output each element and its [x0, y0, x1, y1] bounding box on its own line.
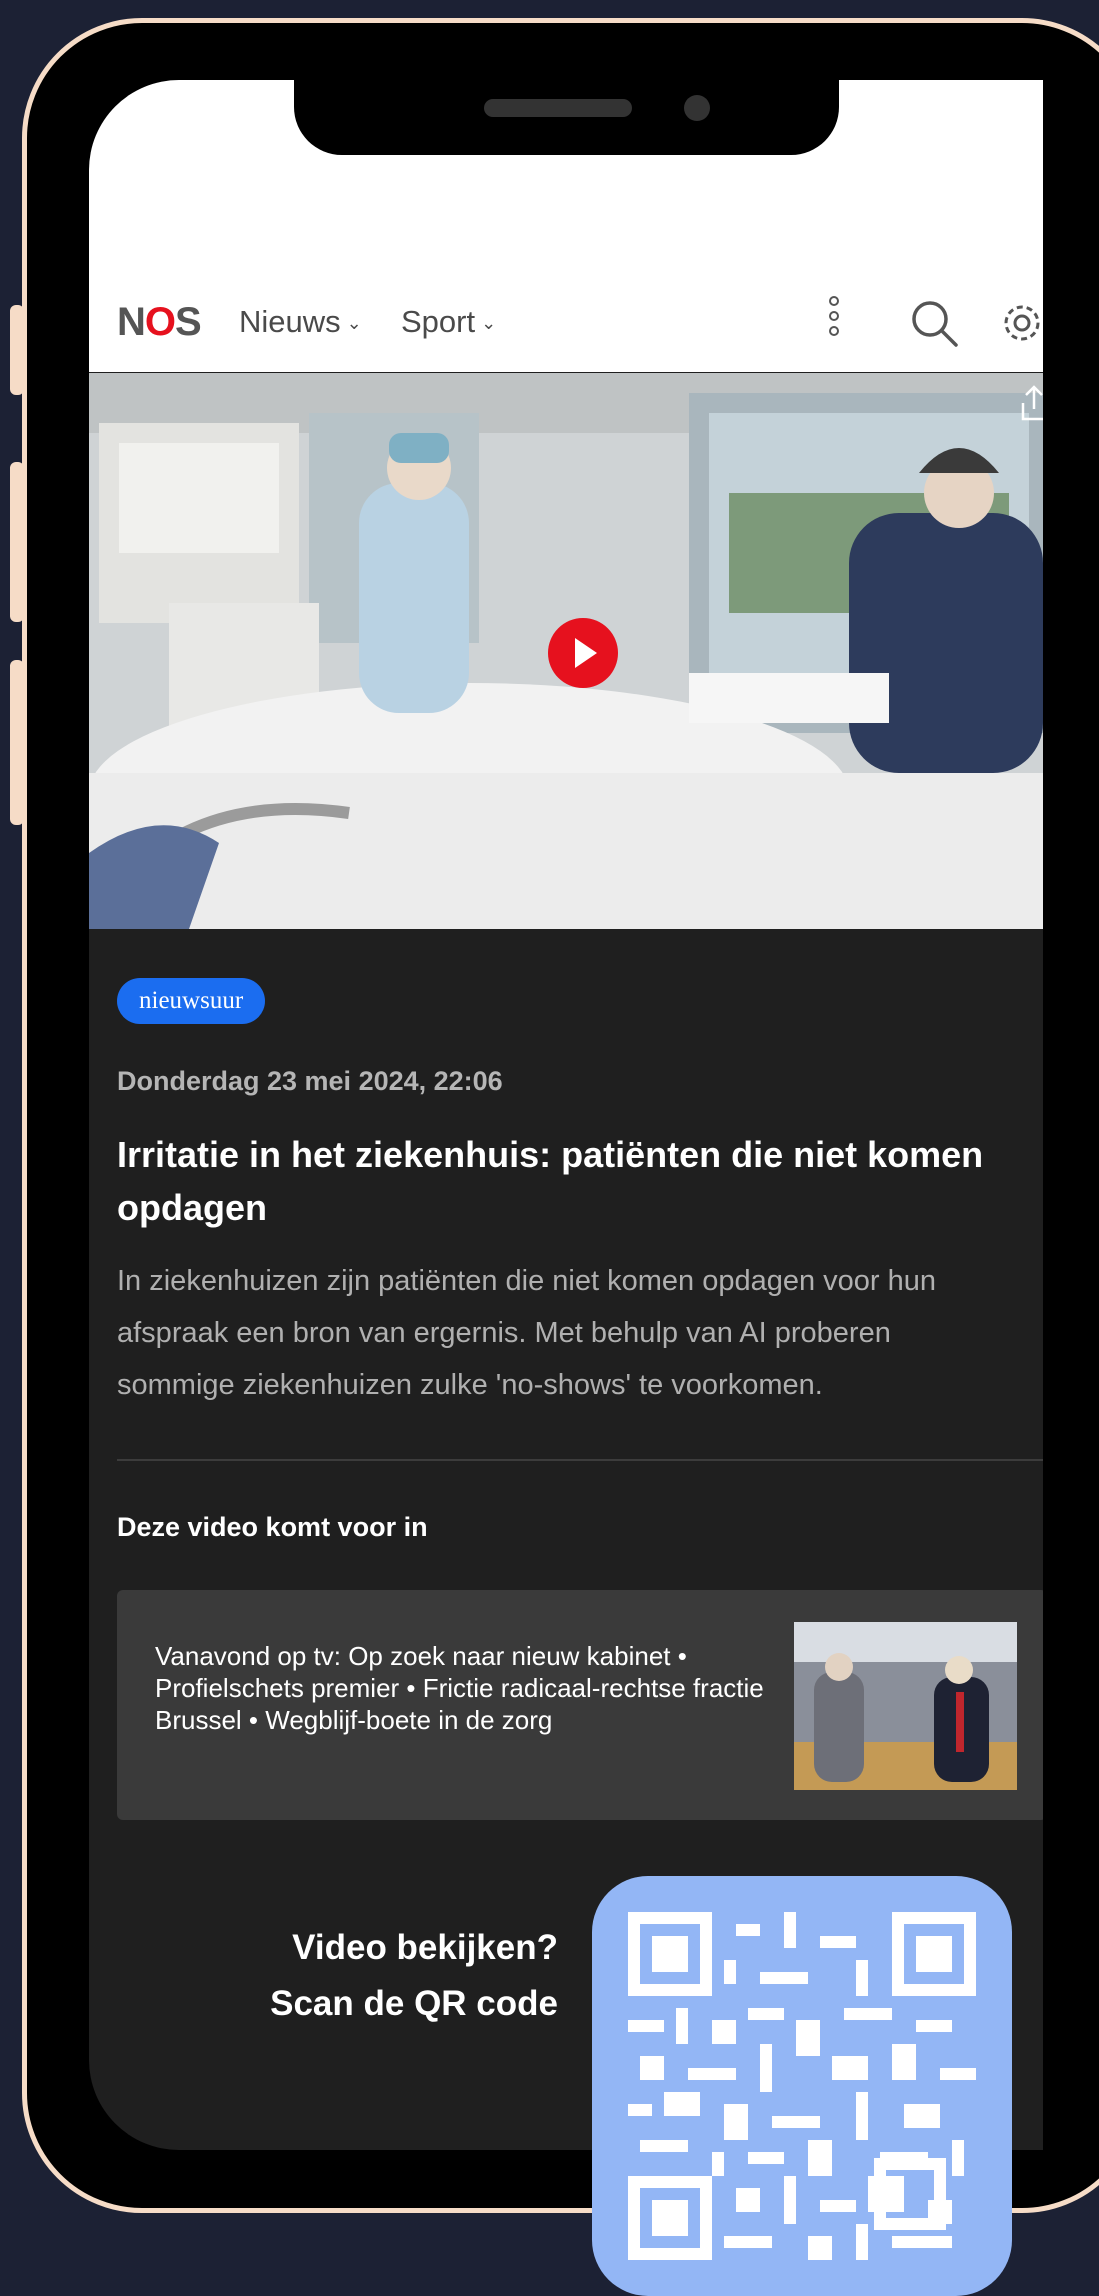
- article-summary: In ziekenhuizen zijn patiënten die niet …: [117, 1255, 1043, 1411]
- summary-line: sommige ziekenhuizen zulke 'no-shows' te…: [117, 1369, 823, 1401]
- nos-logo[interactable]: NOS: [117, 300, 202, 345]
- front-camera: [684, 95, 710, 121]
- qr-code-panel: [592, 1876, 1012, 2296]
- article-date: Donderdag 23 mei 2024, 22:06: [117, 1066, 503, 1096]
- related-section-title: Deze video komt voor in: [117, 1512, 428, 1542]
- phone-volume-up-button: [10, 462, 24, 622]
- gear-icon[interactable]: [999, 300, 1043, 346]
- nav-item-label: Sport: [401, 304, 476, 339]
- article-headline: Irritatie in het ziekenhuis: patiënten d…: [117, 1134, 984, 1228]
- chevron-down-icon: ⌄: [481, 313, 497, 333]
- chevron-down-icon: ⌄: [346, 313, 362, 333]
- related-video-card[interactable]: Vanavond op tv: Op zoek naar nieuw kabin…: [117, 1590, 1043, 1820]
- search-icon[interactable]: [909, 298, 959, 348]
- more-menu-icon[interactable]: [829, 296, 841, 346]
- cta-line: Scan de QR code: [270, 1984, 558, 2023]
- phone-side-button: [10, 305, 24, 395]
- speaker: [484, 99, 632, 117]
- divider: [117, 1459, 1043, 1461]
- video-thumbnail[interactable]: [89, 373, 1043, 929]
- summary-line: In ziekenhuizen zijn patiënten die niet …: [117, 1265, 937, 1297]
- scan-qr-callout: Video bekijken? Scan de QR code: [150, 1920, 558, 2032]
- logo-letter-o: O: [144, 300, 176, 344]
- cta-line: Video bekijken?: [292, 1928, 558, 1967]
- logo-letter-n: N: [117, 300, 146, 344]
- notch: [294, 80, 839, 155]
- qr-code: [628, 1912, 976, 2260]
- phone-screen: NOS Nieuws ⌄ Sport ⌄ nieuwsuur Donderdag…: [89, 80, 1043, 2150]
- share-icon[interactable]: [1019, 383, 1043, 423]
- related-video-thumbnail: [794, 1622, 1017, 1790]
- nav-item-sport[interactable]: Sport ⌄: [401, 304, 496, 340]
- related-video-title: Vanavond op tv: Op zoek naar nieuw kabin…: [155, 1641, 764, 1735]
- play-button[interactable]: [548, 618, 618, 688]
- summary-line: afspraak een bron van ergernis. Met behu…: [117, 1317, 891, 1349]
- top-navigation: NOS Nieuws ⌄ Sport ⌄: [89, 270, 1043, 370]
- nav-item-nieuws[interactable]: Nieuws ⌄: [239, 304, 362, 340]
- nav-item-label: Nieuws: [239, 304, 341, 339]
- phone-volume-down-button: [10, 660, 24, 825]
- program-badge[interactable]: nieuwsuur: [117, 978, 266, 1024]
- logo-letter-s: S: [175, 300, 202, 344]
